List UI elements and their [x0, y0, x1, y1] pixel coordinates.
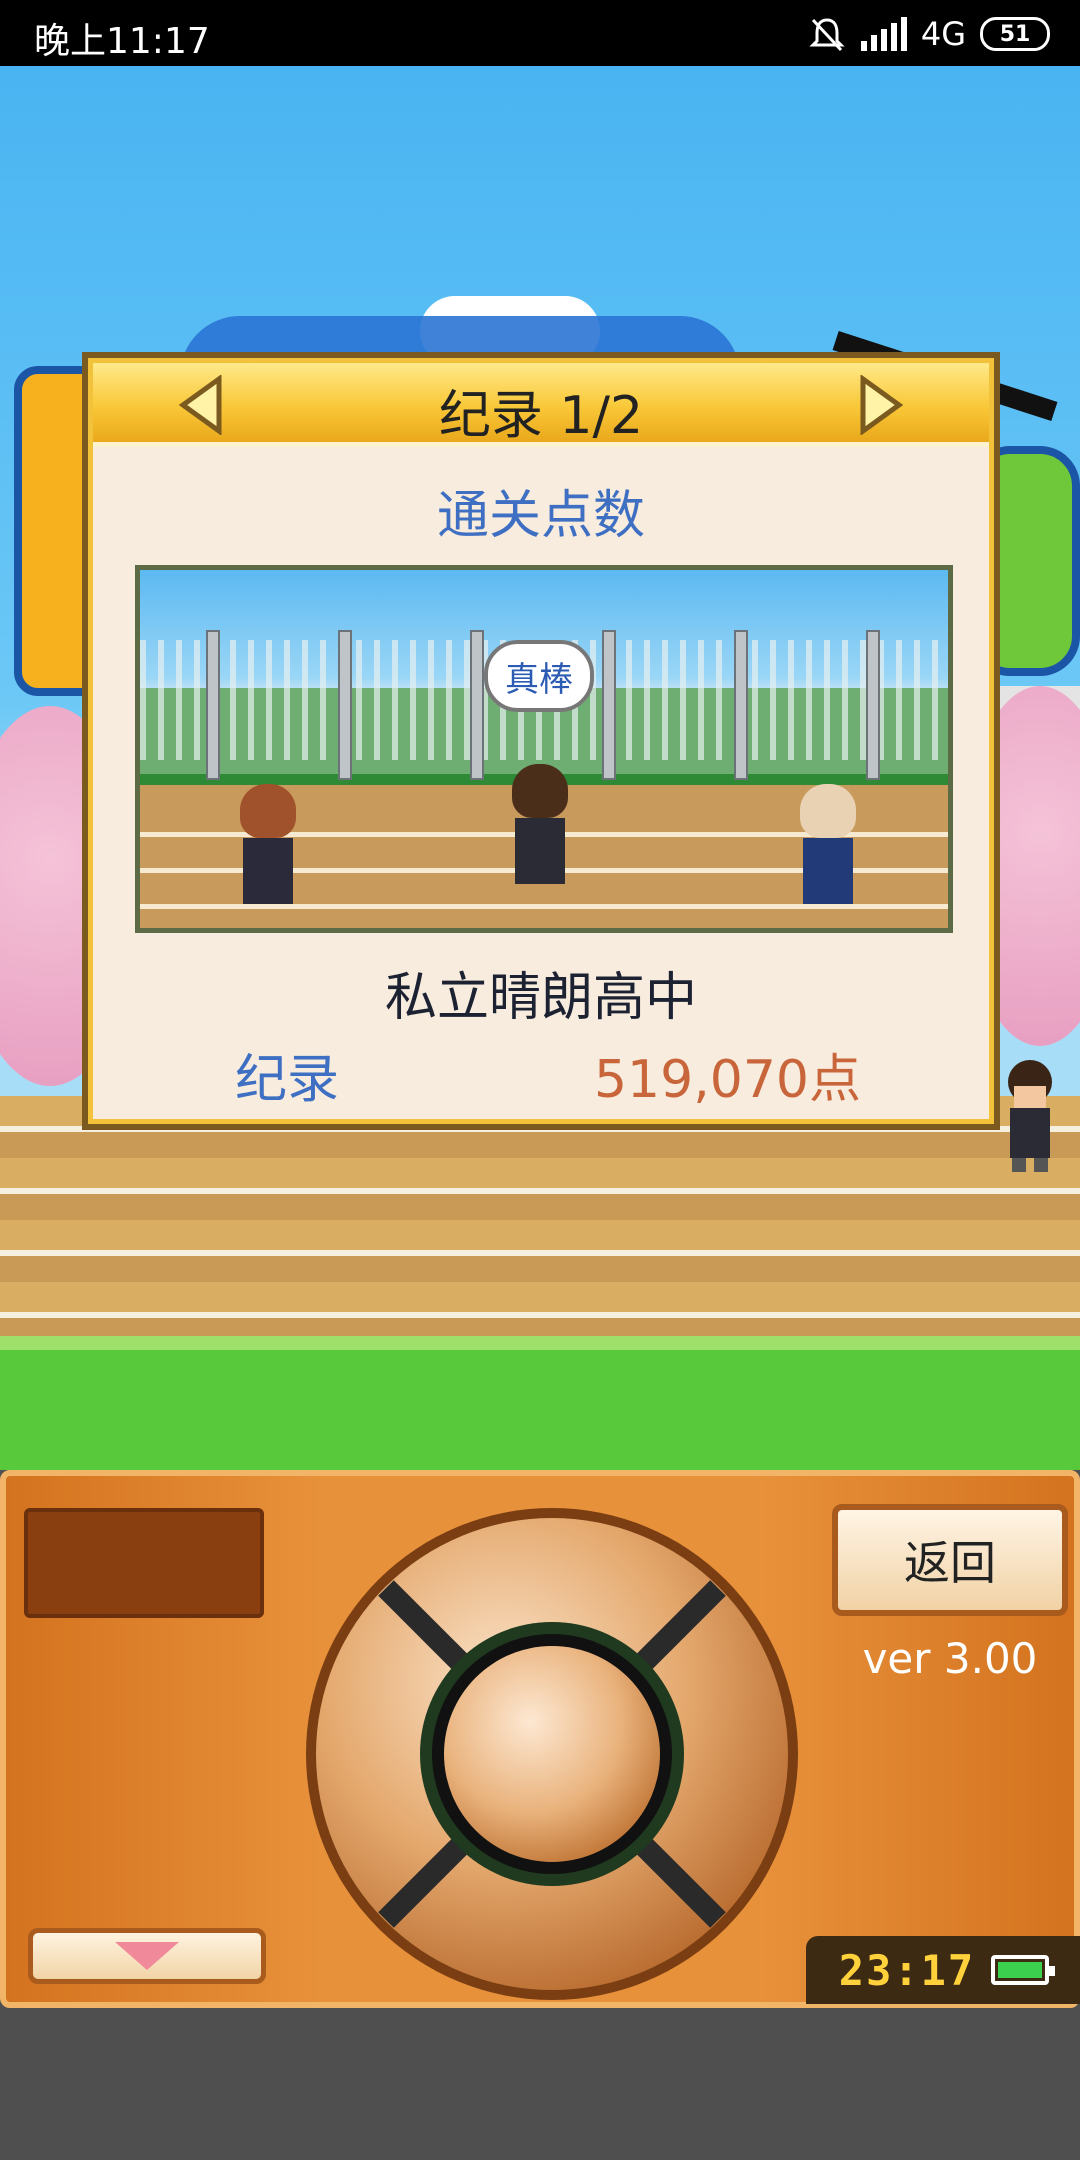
right-arrow-icon[interactable]	[849, 375, 909, 435]
student-girl-sprite	[240, 784, 296, 904]
fence-post	[206, 630, 220, 780]
status-icons: 4G 51	[807, 12, 1050, 56]
mute-bell-icon	[809, 18, 845, 52]
bottom-bar	[0, 2008, 1080, 2160]
record-category: 通关点数	[436, 486, 645, 546]
pad-screen	[24, 1508, 264, 1618]
fence-post	[602, 630, 616, 780]
fence-post	[866, 630, 880, 780]
record-illustration: 真棒	[135, 565, 953, 933]
record-dialog-body: 纪录 1/2 通关点数 真棒 私立晴朗高中 纪录 519,070点	[88, 358, 994, 1124]
down-button[interactable]	[28, 1928, 266, 1984]
network-type: 4G	[920, 15, 966, 53]
record-value: 519,070点	[593, 1050, 861, 1110]
track-lane	[140, 904, 948, 909]
version-label: ver 3.00	[862, 1634, 1038, 1683]
back-button[interactable]: 返回	[832, 1504, 1068, 1616]
record-label: 纪录	[235, 1050, 340, 1110]
status-time: 晚上11:17	[34, 21, 210, 62]
status-bar: 晚上11:17 4G 51	[0, 0, 1080, 66]
directional-pad[interactable]	[302, 1504, 802, 2004]
fence-post	[470, 630, 484, 780]
signal-icon	[860, 17, 907, 51]
fence-post	[734, 630, 748, 780]
student-sprite	[1008, 1060, 1052, 1172]
running-track	[0, 1096, 1080, 1346]
dialog-header: 纪录 1/2	[93, 363, 989, 447]
game-clock: 23:17	[838, 1945, 976, 1995]
down-arrow-icon	[115, 1942, 179, 1970]
battery-icon	[991, 1955, 1056, 1985]
control-pad: 返回 ver 3.00 23:17	[0, 1470, 1080, 2008]
fence-post	[338, 630, 352, 780]
speech-bubble: 真棒	[484, 640, 594, 712]
principal-sprite	[800, 784, 856, 904]
battery-icon: 51	[980, 17, 1050, 51]
clock-panel: 23:17	[806, 1936, 1080, 2004]
record-dialog: 纪录 1/2 通关点数 真棒 私立晴朗高中 纪录 519,070点	[82, 352, 1000, 1130]
grass-strip	[0, 1336, 1080, 1470]
school-name: 私立晴朗高中	[384, 968, 697, 1028]
student-boy-sprite	[512, 764, 568, 884]
